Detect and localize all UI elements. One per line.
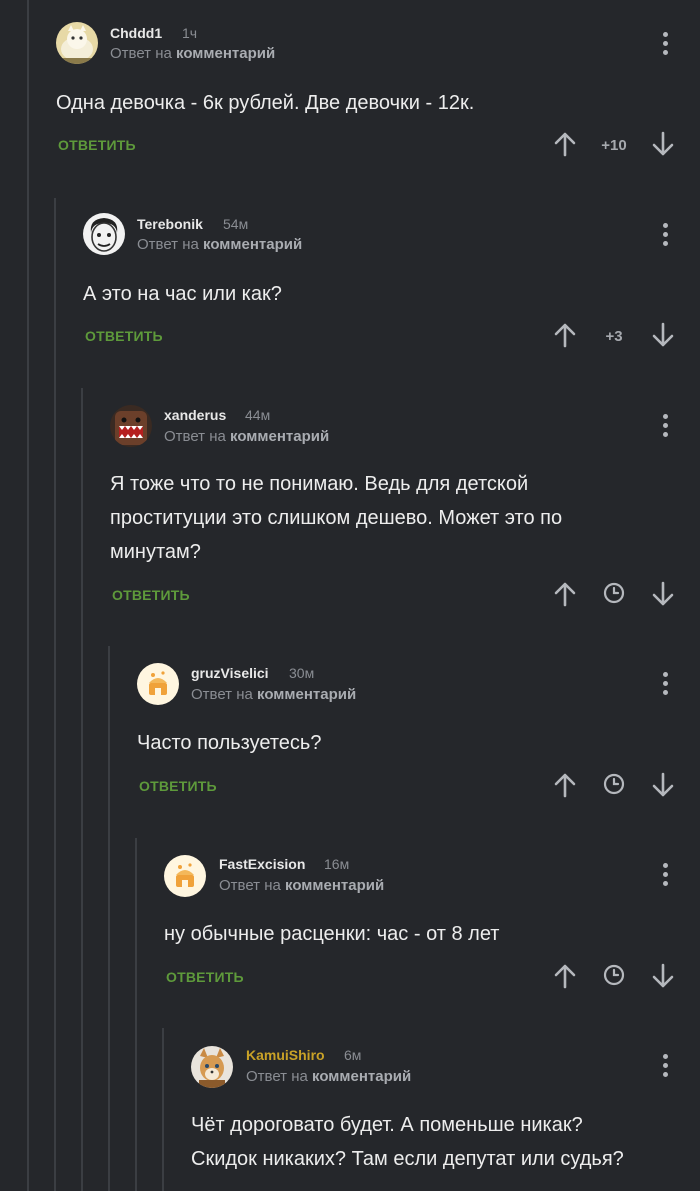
fox-avatar-icon [191,1046,233,1088]
comment-text-line: Скидок никаких? Там если депутат или суд… [191,1148,624,1170]
upvote-arrow-icon[interactable] [554,772,576,798]
upvote-arrow-icon[interactable] [554,131,576,157]
thread-line [27,0,29,1191]
timestamp: 30м [289,665,315,681]
comment-text-line: проституции это слишком дешево. Может эт… [110,507,563,529]
username[interactable]: KamuiShiro [246,1047,325,1063]
thread-line [81,388,83,1191]
default-avatar-icon [164,855,206,897]
clock-icon [603,964,625,986]
avatar[interactable] [191,1046,233,1088]
reply-to-link[interactable]: Ответ на комментарий [191,686,356,703]
downvote-arrow-icon[interactable] [652,131,674,157]
avatar[interactable] [110,405,152,447]
reply-to-target: комментарий [285,877,385,894]
downvote-arrow-icon[interactable] [652,322,674,348]
reply-to-link[interactable]: Ответ на комментарий [246,1068,411,1085]
reply-to-link[interactable]: Ответ на комментарий [219,877,384,894]
reply-to-target: комментарий [312,1068,412,1085]
username[interactable]: Terebonik [137,216,203,232]
clock-icon [603,582,625,604]
reply-to-link[interactable]: Ответ на комментарий [137,236,302,253]
more-options-icon[interactable] [655,1054,675,1080]
timestamp: 54м [223,216,249,232]
upvote-arrow-icon[interactable] [554,963,576,989]
thread-line [108,646,110,1191]
reply-button[interactable]: ОТВЕТИТЬ [139,778,217,794]
downvote-arrow-icon[interactable] [652,581,674,607]
reply-to-target: комментарий [203,236,303,253]
comment-text: Часто пользуетесь? [137,732,322,754]
reply-button[interactable]: ОТВЕТИТЬ [166,969,244,985]
reply-to-prefix: Ответ на [246,1068,308,1085]
username[interactable]: gruzViselici [191,665,269,681]
more-options-icon[interactable] [655,223,675,249]
downvote-arrow-icon[interactable] [652,963,674,989]
comment-text: ну обычные расценки: час - от 8 лет [164,923,500,945]
rating-value: +3 [605,328,623,345]
reply-to-link[interactable]: Ответ на комментарий [110,45,275,62]
reply-to-prefix: Ответ на [110,45,172,62]
comment-text: Я тоже что то не понимаю. Ведь для детск… [110,467,562,569]
reply-to-target: комментарий [230,428,330,445]
upvote-arrow-icon[interactable] [554,581,576,607]
domo-avatar-icon [110,405,152,447]
clock-icon [603,773,625,795]
more-options-icon[interactable] [655,32,675,58]
avatar[interactable] [137,663,179,705]
reply-button[interactable]: ОТВЕТИТЬ [85,328,163,344]
username[interactable]: xanderus [164,407,226,423]
timestamp: 1ч [182,25,198,41]
more-options-icon[interactable] [655,414,675,440]
reply-to-target: комментарий [257,686,357,703]
upvote-arrow-icon[interactable] [554,322,576,348]
thread-line [162,1028,164,1191]
comment-text: Одна девочка - 6к рублей. Две девочки - … [56,92,475,114]
face-sketch-avatar-icon [83,213,125,255]
more-options-icon[interactable] [655,863,675,889]
comment-text-line: Я тоже что то не понимаю. Ведь для детск… [110,473,529,495]
comment-text: Чёт дороговато будет. А поменьше никак? … [191,1108,624,1176]
timestamp: 6м [344,1047,362,1063]
thread-line [54,198,56,1191]
avatar[interactable] [83,213,125,255]
reply-to-prefix: Ответ на [191,686,253,703]
reply-to-prefix: Ответ на [137,236,199,253]
thread-line [135,838,137,1191]
more-options-icon[interactable] [655,672,675,698]
timestamp: 16м [324,856,350,872]
comment-text-line: Чёт дороговато будет. А поменьше никак? [191,1114,583,1136]
username[interactable]: FastExcision [219,856,305,872]
reply-to-prefix: Ответ на [164,428,226,445]
comment-text-line: минутам? [110,541,201,563]
reply-to-prefix: Ответ на [219,877,281,894]
avatar[interactable] [56,22,98,64]
reply-to-link[interactable]: Ответ на комментарий [164,428,329,445]
timestamp: 44м [245,407,271,423]
cat-avatar-icon [56,22,98,64]
username[interactable]: Chddd1 [110,25,162,41]
comment-text: А это на час или как? [83,283,282,305]
reply-to-target: комментарий [176,45,276,62]
reply-button[interactable]: ОТВЕТИТЬ [112,587,190,603]
reply-button[interactable]: ОТВЕТИТЬ [58,137,136,153]
avatar[interactable] [164,855,206,897]
downvote-arrow-icon[interactable] [652,772,674,798]
rating-value: +10 [601,137,627,154]
default-avatar-icon [137,663,179,705]
